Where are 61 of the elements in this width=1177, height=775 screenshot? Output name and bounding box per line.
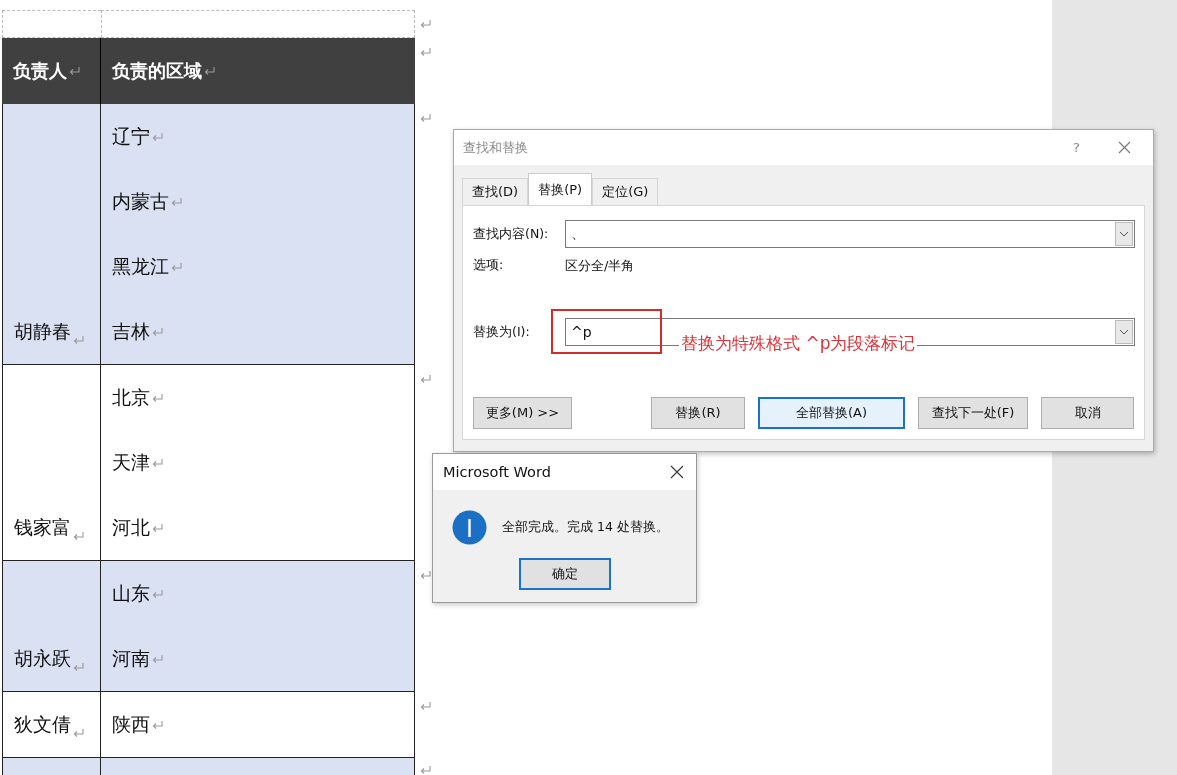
region-name: 陕西 bbox=[112, 711, 150, 737]
options-value: 区分全/半角 bbox=[565, 257, 635, 275]
table-header-cell: 负责的区域 bbox=[101, 38, 415, 104]
paragraph-mark-icon bbox=[171, 261, 182, 272]
owner-name: 胡静春 bbox=[14, 319, 71, 344]
region-name: 吉林 bbox=[112, 318, 150, 344]
paragraph-mark-icon bbox=[171, 196, 182, 207]
paragraph-mark-icon bbox=[420, 47, 431, 57]
caret-icon bbox=[1119, 329, 1129, 335]
paragraph-mark-icon bbox=[152, 522, 163, 533]
message-box-title: Microsoft Word bbox=[443, 464, 552, 480]
paragraph-mark-icon bbox=[420, 701, 431, 711]
paragraph-mark-icon bbox=[152, 588, 163, 599]
paragraph-mark-icon bbox=[152, 457, 163, 468]
paragraph-mark-icon bbox=[152, 653, 163, 664]
dialog-title: 查找和替换 bbox=[463, 138, 529, 157]
find-field[interactable]: 、 bbox=[565, 220, 1135, 248]
paragraph-mark-icon bbox=[73, 335, 84, 345]
paragraph-mark-icon bbox=[420, 374, 431, 384]
field-label: 替换为(I): bbox=[473, 323, 531, 341]
owner-name: 狄文倩 bbox=[14, 712, 71, 737]
dialog-button[interactable]: 更多(M) >> bbox=[473, 397, 572, 429]
message-text: 全部完成。完成 14 处替换。 bbox=[502, 519, 669, 536]
region-name: 黑龙江 bbox=[112, 253, 169, 279]
info-icon bbox=[452, 510, 487, 545]
owner-name: 胡永跃 bbox=[14, 646, 71, 671]
tab[interactable]: 查找(D) bbox=[462, 178, 529, 205]
region-name: 内蒙古 bbox=[112, 188, 169, 214]
region-name: 天津 bbox=[112, 449, 150, 475]
dialog-button[interactable]: 替换(R) bbox=[651, 397, 745, 429]
paragraph-mark-icon bbox=[152, 326, 163, 337]
owner-name: 钱家富 bbox=[14, 515, 71, 540]
table-header-cell: 负责人 bbox=[2, 38, 101, 104]
close-icon[interactable] bbox=[670, 465, 684, 479]
paragraph-mark-icon bbox=[73, 531, 84, 541]
dialog-button[interactable]: 取消 bbox=[1041, 397, 1134, 429]
annotation-text: 替换为特殊格式 ^p为段落标记 bbox=[679, 332, 918, 355]
dialog-button[interactable]: 全部替换(A) bbox=[758, 397, 905, 429]
tab[interactable]: 定位(G) bbox=[592, 178, 659, 205]
paragraph-mark-icon bbox=[152, 719, 163, 730]
tab[interactable]: 替换(P) bbox=[528, 173, 593, 205]
paragraph-mark-icon bbox=[69, 66, 80, 76]
help-button[interactable]: ? bbox=[1073, 140, 1080, 155]
paragraph-mark-icon bbox=[420, 765, 431, 775]
paragraph-mark-icon bbox=[152, 392, 163, 403]
paragraph-mark-icon bbox=[152, 131, 163, 142]
caret-icon bbox=[1119, 231, 1129, 237]
region-name: 山东 bbox=[112, 580, 150, 606]
paragraph-mark-icon bbox=[204, 66, 215, 76]
region-name: 河南 bbox=[112, 645, 150, 671]
ok-button[interactable]: 确定 bbox=[518, 558, 611, 590]
field-label: 选项: bbox=[473, 257, 505, 274]
paragraph-mark-icon bbox=[73, 728, 84, 738]
region-name: 北京 bbox=[112, 384, 150, 410]
region-name: 河北 bbox=[112, 514, 150, 540]
paragraph-mark-icon bbox=[420, 113, 431, 123]
field-label: 查找内容(N): bbox=[473, 225, 550, 243]
paragraph-mark-icon bbox=[420, 19, 431, 29]
dialog-button[interactable]: 查找下一处(F) bbox=[918, 397, 1028, 429]
region-name: 辽宁 bbox=[112, 123, 150, 149]
paragraph-mark-icon bbox=[73, 662, 84, 672]
